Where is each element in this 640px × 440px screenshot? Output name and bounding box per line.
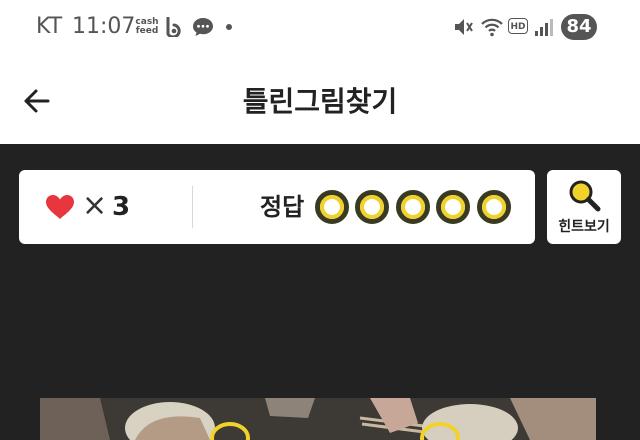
- answer-slot: [396, 190, 430, 224]
- notification-dot: [226, 24, 232, 30]
- b-icon: [166, 17, 181, 37]
- answer-slot: [477, 190, 511, 224]
- answer-slot: [355, 190, 389, 224]
- status-bar: KT 11:07 cash feed HD 84: [0, 0, 640, 56]
- lives-count: 3: [112, 192, 131, 222]
- multiply-sign: ×: [82, 188, 108, 223]
- divider: [192, 186, 193, 228]
- wifi-icon: [481, 18, 503, 37]
- app-header: 틀린그림찾기: [0, 56, 640, 144]
- carrier-label: KT: [36, 14, 63, 39]
- page-title: 틀린그림찾기: [242, 85, 398, 118]
- battery-level: 84: [561, 14, 597, 40]
- heart-icon: [46, 195, 74, 219]
- signal-icon: [535, 19, 553, 36]
- clock-time: 11:07: [72, 14, 136, 39]
- answer-slot: [315, 190, 349, 224]
- magnifier-icon: [569, 180, 601, 212]
- answer-slot: [436, 190, 470, 224]
- cashfeed-icon: cash feed: [135, 17, 159, 36]
- hint-label: 힌트보기: [558, 219, 610, 235]
- game-status-card: × 3 정답: [19, 170, 535, 244]
- mute-icon: [455, 19, 473, 35]
- puzzle-image[interactable]: [40, 398, 596, 440]
- hint-button[interactable]: 힌트보기: [547, 170, 621, 244]
- hd-icon: HD: [508, 18, 528, 34]
- chat-icon: [193, 18, 213, 36]
- answer-label: 정답: [260, 193, 305, 221]
